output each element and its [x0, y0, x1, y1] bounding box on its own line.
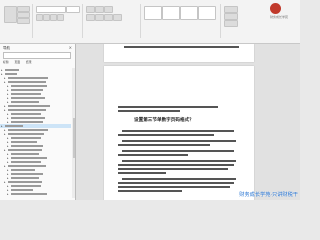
style-normal[interactable] — [144, 6, 162, 20]
text-line — [118, 168, 228, 170]
tree-item-text — [8, 105, 50, 107]
text-line — [122, 130, 234, 132]
document-heading: 设置第三节单数字页码格式？ — [134, 118, 194, 123]
brand-logo-mark — [270, 3, 281, 14]
style-heading1[interactable] — [162, 6, 180, 20]
tree-item-text — [11, 185, 41, 187]
font-color-button[interactable] — [57, 14, 64, 21]
text-line — [118, 144, 210, 146]
text-line — [118, 110, 180, 112]
align-center-button[interactable] — [95, 14, 104, 21]
tree-item-text — [11, 113, 41, 115]
tree-item-text — [11, 157, 47, 159]
tree-item[interactable]: ▸ — [0, 192, 71, 196]
find-button[interactable] — [224, 6, 238, 13]
replace-button[interactable] — [224, 13, 238, 20]
align-right-button[interactable] — [104, 14, 113, 21]
tree-item-text — [8, 181, 42, 183]
tree-item-text — [5, 73, 17, 75]
tree-item-text — [11, 141, 37, 143]
tree-item-text — [11, 177, 39, 179]
tree-item-text — [11, 161, 41, 163]
text-line — [118, 172, 166, 174]
bullets-button[interactable] — [86, 6, 95, 13]
tree-item-text — [11, 169, 35, 171]
tree-item-text — [11, 89, 43, 91]
tree-item-text — [11, 117, 45, 119]
text-line — [118, 186, 230, 188]
tree-item-text — [11, 193, 47, 195]
font-name-select[interactable] — [36, 6, 66, 13]
navigation-pane: 导航 × 标题 页面 结果 ▸ ▸ ▸ ▸ ▸ ▸ ▸ ▸ ▸ ▸ ▸ ▸ ▸ ▸ ▸ ▸ ▸ ▸ ▸ ▸ ▸ ▸ ▸ ▸ ▸ ▸… — [0, 44, 76, 200]
text-line — [118, 164, 234, 166]
ribbon-group-paragraph — [84, 4, 141, 38]
italic-button[interactable] — [43, 14, 50, 21]
text-line — [122, 160, 236, 162]
style-heading2[interactable] — [180, 6, 198, 20]
tree-item-text — [8, 133, 44, 135]
format-painter-button[interactable] — [17, 18, 30, 24]
expand-icon[interactable]: ▸ — [7, 192, 9, 196]
paste-button[interactable] — [4, 6, 17, 23]
watermark-caption: 财务成长学苑·只讲财税干 — [239, 192, 298, 198]
bold-button[interactable] — [36, 14, 43, 21]
page-previous — [104, 44, 254, 62]
tab-results[interactable]: 结果 — [26, 60, 32, 64]
ribbon-toolbar: 财务成长学苑 — [0, 0, 300, 44]
navigation-search-input[interactable] — [3, 52, 71, 59]
numbering-button[interactable] — [95, 6, 104, 13]
brand-logo: 财务成长学苑 — [258, 3, 298, 21]
tree-item-text — [11, 137, 41, 139]
style-heading3[interactable] — [198, 6, 216, 20]
text-line — [124, 46, 239, 48]
text-line — [118, 190, 182, 192]
text-line — [118, 182, 234, 184]
navigation-pane-title: 导航 — [3, 46, 10, 50]
navigation-tabs: 标题 页面 结果 — [3, 60, 72, 65]
text-line — [122, 178, 236, 180]
tree-item-text — [8, 109, 46, 111]
document-area[interactable]: 设置第三节单数字页码格式？ 财务成长学苑·只讲财税干 — [76, 44, 300, 200]
ribbon-group-clipboard — [2, 4, 33, 38]
tree-item-text — [11, 97, 45, 99]
close-icon[interactable]: × — [69, 45, 72, 50]
underline-button[interactable] — [50, 14, 57, 21]
text-line — [118, 154, 188, 156]
tree-item-text — [8, 77, 48, 79]
tree-item-text — [11, 121, 43, 123]
justify-button[interactable] — [113, 14, 122, 21]
indent-button[interactable] — [104, 6, 113, 13]
tab-pages[interactable]: 页面 — [15, 60, 21, 64]
ribbon-group-font — [34, 4, 83, 38]
tree-item-text — [8, 149, 42, 151]
tree-item-text — [11, 101, 39, 103]
ribbon-group-editing — [222, 4, 254, 38]
tree-item-text — [11, 189, 33, 191]
text-line — [122, 150, 234, 152]
tree-item-text — [11, 85, 47, 87]
select-button[interactable] — [224, 20, 238, 27]
navigation-scrollbar[interactable] — [72, 68, 75, 198]
tree-item-text — [5, 69, 19, 71]
tree-item-text — [11, 145, 43, 147]
page-current: 设置第三节单数字页码格式？ — [104, 66, 254, 200]
tree-item-text — [11, 153, 39, 155]
text-line — [118, 106, 218, 108]
tree-item-text — [8, 81, 46, 83]
brand-logo-text: 财务成长学苑 — [269, 15, 288, 19]
tree-item-text — [11, 93, 41, 95]
align-left-button[interactable] — [86, 14, 95, 21]
text-line — [118, 134, 214, 136]
tree-item-text — [5, 125, 23, 127]
font-size-select[interactable] — [66, 6, 80, 13]
tree-item-text — [8, 129, 48, 131]
text-line — [122, 140, 236, 142]
tree-item-text — [11, 173, 43, 175]
tab-headings[interactable]: 标题 — [3, 60, 9, 64]
scrollbar-thumb[interactable] — [72, 118, 75, 158]
ribbon-group-styles — [142, 4, 221, 38]
tree-item-text — [8, 165, 46, 167]
